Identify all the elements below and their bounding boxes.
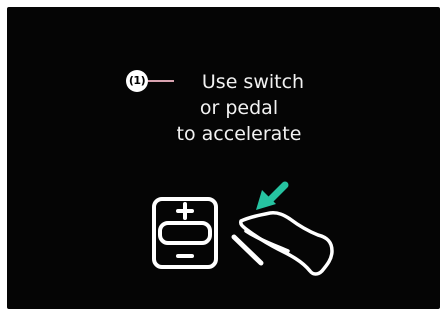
callout-badge: (1) — [126, 70, 148, 92]
pedal-icon — [231, 234, 264, 266]
accelerate-illustration — [152, 181, 334, 276]
instruction-line-1: Use switch — [201, 71, 305, 93]
arrow-icon — [256, 181, 289, 210]
display-screen: (1) Use switch or pedal to accelerate — [7, 7, 440, 309]
plus-minus-switch-icon — [152, 197, 218, 269]
instruction-line-3: to accelerate — [176, 123, 302, 145]
instruction-text: Use switch or pedal to accelerate — [159, 69, 319, 147]
instruction-line-2: or pedal — [199, 97, 279, 119]
shoe-icon — [239, 211, 334, 276]
